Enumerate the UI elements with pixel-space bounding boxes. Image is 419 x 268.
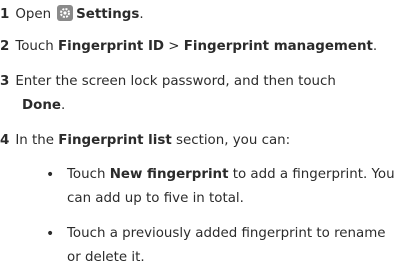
step-3-continued: Done. (22, 98, 66, 113)
settings-gear-icon (57, 5, 74, 21)
settings-label: Settings (76, 7, 140, 22)
new-fingerprint-label: New fingerprint (109, 167, 229, 182)
instructions-document: 1 Open Settings. 2 Touch Fingerprint ID > F… (0, 0, 419, 265)
fingerprint-id-label: Fingerprint ID (58, 39, 165, 54)
bullet: • (46, 167, 55, 183)
step-3: 3 Enter the screen lock password, and the… (0, 72, 336, 92)
step-number: 1 (0, 7, 10, 22)
bullet-item-2: Touch a previously added fingerprint to … (67, 226, 386, 241)
step-number: 2 (0, 39, 10, 54)
done-label: Done (22, 98, 61, 113)
step-1: 1 Open Settings. (0, 5, 144, 22)
fingerprint-list-label: Fingerprint list (58, 133, 172, 148)
fingerprint-management-label: Fingerprint management (183, 39, 373, 54)
bullet-item-2-continued: or delete it. (67, 250, 145, 265)
bullet-item-1-continued: can add up to five in total. (67, 191, 244, 206)
step-text: Enter the screen lock password, and then… (15, 74, 336, 89)
bullet: • (46, 226, 55, 242)
step-number: 4 (0, 133, 10, 148)
bullet-item-1: Touch New fingerprint to add a fingerpri… (67, 167, 395, 182)
step-2: 2 Touch Fingerprint ID > Fingerprint mana… (0, 39, 378, 54)
step-text: Open (15, 7, 52, 22)
step-4: 4 In the Fingerprint list section, you ca… (0, 133, 291, 148)
step-number: 3 (0, 74, 10, 89)
